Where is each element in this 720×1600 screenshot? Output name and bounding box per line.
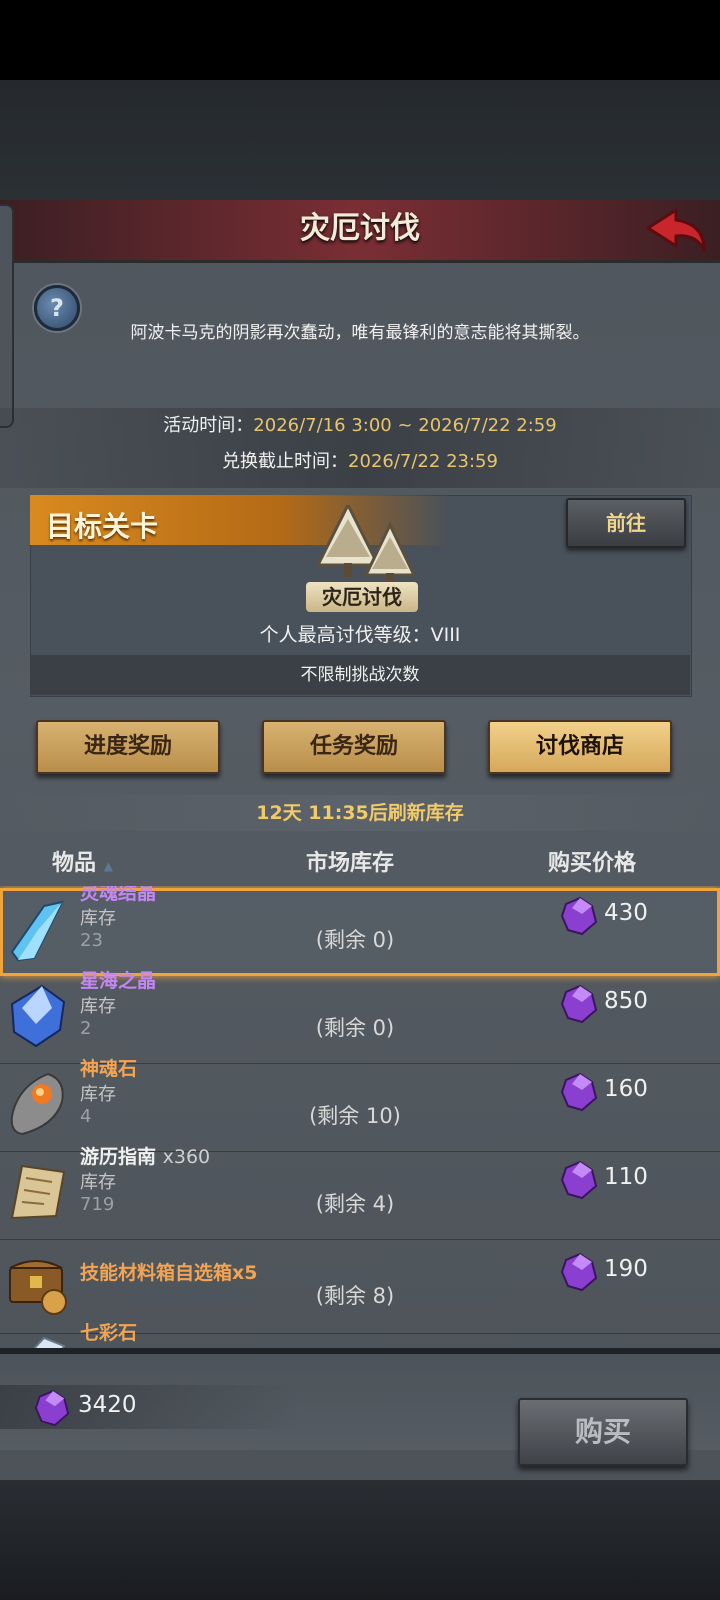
item-name: 星海之晶 — [80, 970, 157, 992]
buy-button[interactable]: 购买 — [518, 1398, 688, 1466]
sort-indicator-icon: ▲ — [103, 859, 113, 873]
item-remaining: (剩余 10) — [309, 1104, 401, 1128]
exchange-deadline-label: 兑换截止时间： — [222, 451, 349, 472]
shop-row-soul-stone[interactable]: 神魂石 库存 4 (剩余 10) 160 — [0, 1058, 720, 1152]
item-stock-value: 23 — [80, 930, 103, 951]
back-button[interactable] — [646, 206, 710, 254]
item-price-value: 110 — [604, 1164, 648, 1190]
star-crystal-icon — [10, 984, 66, 1048]
column-header-stock: 市场库存 — [306, 851, 395, 876]
personal-best-level: 个人最高讨伐等级：VIII — [259, 624, 461, 646]
status-bar — [0, 0, 720, 80]
item-stock-value: 4 — [80, 1106, 92, 1127]
item-remaining: (剩余 0) — [315, 1016, 395, 1040]
item-name-text: 游历指南 — [80, 1146, 157, 1168]
shop-item-list[interactable]: 灵魂结晶 库存 23 (剩余 0) 430 星海之晶 库存 2 (剩余 0) 8… — [0, 886, 720, 1380]
item-remaining: (剩余 4) — [315, 1192, 395, 1216]
item-remaining: (剩余 0) — [315, 928, 395, 952]
item-remaining: (剩余 8) — [315, 1284, 395, 1308]
shop-row-soul-crystal[interactable]: 灵魂结晶 库存 23 (剩余 0) 430 — [0, 886, 720, 976]
item-stock-value: 719 — [80, 1194, 115, 1215]
goto-button[interactable]: 前往 — [566, 498, 686, 548]
blue-crystal-icon — [10, 900, 64, 962]
exchange-deadline: 兑换截止时间：2026/7/22 23:59 — [0, 447, 720, 473]
tab-task-reward[interactable]: 任务奖励 — [262, 720, 446, 774]
column-header-item[interactable]: 物品 ▲ — [52, 845, 113, 877]
item-price-value: 190 — [604, 1256, 648, 1282]
event-description: 阿波卡马克的阴影再次蠢动，唯有最锋利的意志能将其撕裂。 — [130, 323, 590, 343]
soul-stone-icon — [10, 1072, 64, 1136]
item-price-value: 850 — [604, 988, 648, 1014]
tab-progress-reward[interactable]: 进度奖励 — [36, 720, 220, 774]
item-name: 灵魂结晶 — [80, 886, 157, 904]
item-stock-label: 库存 — [80, 1172, 116, 1193]
item-price-value: 160 — [604, 1076, 648, 1102]
target-stage-name: 灾厄讨伐 — [306, 582, 418, 612]
item-name: 七彩石 — [80, 1322, 138, 1344]
activity-time-value: 2026/7/16 3:00 ~ 2026/7/22 2:59 — [253, 415, 557, 436]
purple-gem-icon — [34, 1389, 70, 1427]
purple-gem-icon — [560, 1160, 598, 1200]
treasure-chest-icon — [9, 1260, 67, 1315]
activity-time-label: 活动时间： — [163, 415, 254, 436]
item-stock-label: 库存 — [80, 996, 116, 1017]
background-bottom — [0, 1480, 720, 1600]
page-title: 灾厄讨伐 — [300, 211, 420, 246]
purple-gem-icon — [560, 1072, 598, 1112]
purple-gem-icon — [560, 984, 598, 1024]
item-name: 技能材料箱自选箱x5 — [80, 1262, 258, 1284]
purple-gem-icon — [560, 1252, 598, 1292]
target-stage-heading: 目标关卡 — [46, 510, 159, 543]
column-header-item-label: 物品 — [52, 851, 97, 876]
item-price-value: 430 — [604, 900, 648, 926]
back-arrow-icon — [646, 208, 706, 252]
shop-row-star-crystal[interactable]: 星海之晶 库存 2 (剩余 0) 850 — [0, 970, 720, 1064]
item-stock-value: 2 — [80, 1018, 92, 1039]
shop-row-travel-guide[interactable]: 游历指南 x360 库存 719 (剩余 4) 110 — [0, 1146, 720, 1240]
item-name: 游历指南 x360 — [80, 1142, 210, 1169]
item-stock-label: 库存 — [80, 1084, 116, 1105]
currency-balance: 3420 — [78, 1392, 137, 1418]
activity-time: 活动时间：2026/7/16 3:00 ~ 2026/7/22 2:59 — [0, 411, 720, 437]
item-name: 神魂石 — [80, 1058, 138, 1080]
scroll-map-icon — [10, 1164, 66, 1220]
stock-refresh-timer: 12天 11:35后刷新库存 — [0, 795, 720, 831]
column-header-price: 购买价格 — [548, 851, 637, 876]
item-stock-label: 库存 — [80, 908, 116, 929]
item-quantity: x360 — [162, 1146, 211, 1168]
background-top — [0, 80, 720, 200]
header-bar: 灾厄讨伐 — [0, 200, 720, 263]
challenge-limit-text: 不限制挑战次数 — [300, 665, 420, 685]
side-tab-handle[interactable] — [0, 204, 14, 428]
exchange-deadline-value: 2026/7/22 23:59 — [348, 451, 498, 472]
tab-shop[interactable]: 讨伐商店 — [488, 720, 672, 774]
purple-gem-icon — [560, 896, 598, 936]
